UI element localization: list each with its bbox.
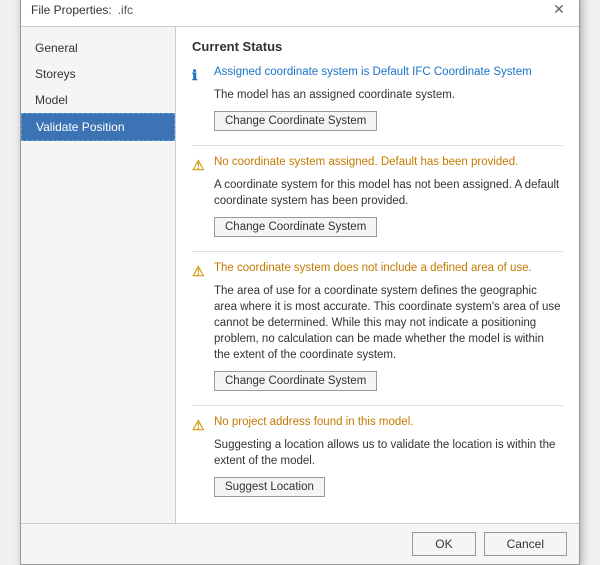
status-message-1: No coordinate system assigned. Default h… <box>214 156 563 168</box>
status-message-0: Assigned coordinate system is Default IF… <box>214 66 563 78</box>
file-properties-dialog: File Properties: .ifc ✕ General Storeys … <box>20 0 580 565</box>
main-content: Current Status ℹ Assigned coordinate sys… <box>176 27 579 524</box>
warn-icon-2: ⚠ <box>192 263 208 279</box>
status-message-2: The coordinate system does not include a… <box>214 262 563 274</box>
info-icon-0: ℹ <box>192 67 208 83</box>
sidebar-item-general[interactable]: General <box>21 35 175 61</box>
status-header-1: ⚠ No coordinate system assigned. Default… <box>192 156 563 173</box>
close-button[interactable]: ✕ <box>549 0 569 20</box>
sidebar: General Storeys Model Validate Position <box>21 27 176 524</box>
cancel-button[interactable]: Cancel <box>484 532 567 556</box>
title-bar: File Properties: .ifc ✕ <box>21 0 579 27</box>
status-header-0: ℹ Assigned coordinate system is Default … <box>192 66 563 83</box>
status-message-3: No project address found in this model. <box>214 416 563 428</box>
title-bar-left: File Properties: .ifc <box>31 3 133 17</box>
status-desc-3: Suggesting a location allows us to valid… <box>214 437 563 469</box>
status-header-3: ⚠ No project address found in this model… <box>192 416 563 433</box>
change-coordinate-system-button-2[interactable]: Change Coordinate System <box>214 371 377 391</box>
ok-button[interactable]: OK <box>412 532 475 556</box>
suggest-location-button[interactable]: Suggest Location <box>214 477 325 497</box>
status-block-1: ⚠ No coordinate system assigned. Default… <box>192 156 563 237</box>
dialog-title: File Properties: <box>31 3 112 17</box>
status-block-3: ⚠ No project address found in this model… <box>192 416 563 497</box>
warn-icon-1: ⚠ <box>192 157 208 173</box>
status-desc-0: The model has an assigned coordinate sys… <box>214 87 563 103</box>
sidebar-item-validate-position[interactable]: Validate Position <box>21 113 175 141</box>
dialog-title-file: .ifc <box>118 3 133 17</box>
sidebar-item-storeys[interactable]: Storeys <box>21 61 175 87</box>
status-header-2: ⚠ The coordinate system does not include… <box>192 262 563 279</box>
change-coordinate-system-button-0[interactable]: Change Coordinate System <box>214 111 377 131</box>
change-coordinate-system-button-1[interactable]: Change Coordinate System <box>214 217 377 237</box>
dialog-footer: OK Cancel <box>21 523 579 564</box>
status-block-0: ℹ Assigned coordinate system is Default … <box>192 66 563 131</box>
sidebar-item-model[interactable]: Model <box>21 87 175 113</box>
divider-2 <box>192 405 563 406</box>
warn-icon-3: ⚠ <box>192 417 208 433</box>
dialog-body: General Storeys Model Validate Position … <box>21 27 579 524</box>
status-block-2: ⚠ The coordinate system does not include… <box>192 262 563 391</box>
section-title: Current Status <box>192 39 563 54</box>
divider-1 <box>192 251 563 252</box>
divider-0 <box>192 145 563 146</box>
status-desc-1: A coordinate system for this model has n… <box>214 177 563 209</box>
status-desc-2: The area of use for a coordinate system … <box>214 283 563 363</box>
